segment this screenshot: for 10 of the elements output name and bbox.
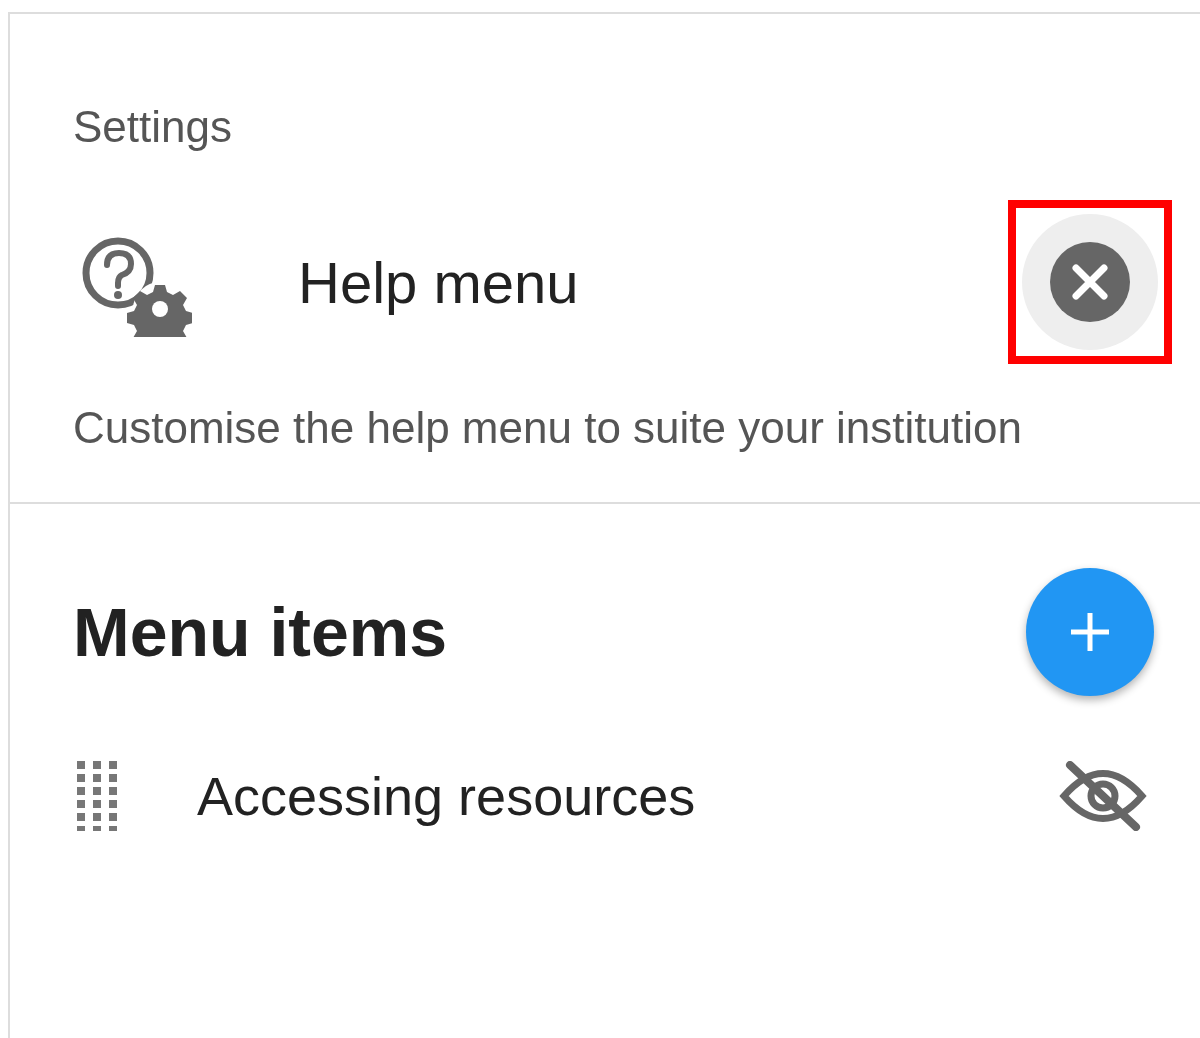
setting-title: Help menu — [298, 248, 580, 316]
setting-description: Customise the help menu to suite your institution — [73, 402, 1023, 454]
close-icon — [1049, 241, 1131, 323]
plus-icon — [1068, 610, 1112, 654]
section-label: Settings — [73, 102, 233, 152]
eye-off-icon[interactable] — [1058, 761, 1148, 831]
menu-title: Menu items — [73, 593, 448, 671]
help-gear-icon — [80, 237, 192, 337]
add-button[interactable] — [1026, 568, 1154, 696]
menu-item-label[interactable]: Accessing resources — [197, 761, 1058, 831]
